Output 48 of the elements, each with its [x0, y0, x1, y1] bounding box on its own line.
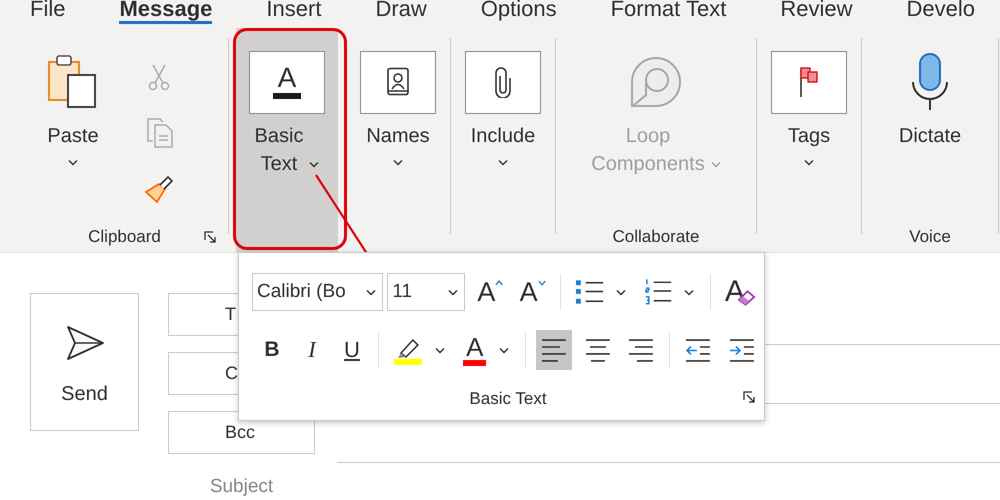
group-label: Clipboard [88, 227, 161, 247]
caret-up-icon [495, 278, 504, 287]
tab[interactable]: Options [480, 0, 557, 24]
tags-button[interactable]: Tags [764, 28, 854, 166]
basic-text-button[interactable]: A Basic Text [236, 28, 338, 252]
chevron-icon [366, 288, 376, 296]
caret-down-icon [538, 278, 546, 287]
chevron-icon [434, 346, 445, 354]
group-label: Basic Text [469, 389, 547, 409]
grow-font-button[interactable]: A [473, 272, 508, 312]
align-right-icon [627, 338, 656, 362]
outdent-icon [684, 338, 712, 362]
chevron-icon [684, 288, 694, 296]
numbered-list-icon [643, 278, 672, 306]
contact-book-icon [385, 67, 411, 97]
chevron-icon [448, 288, 458, 296]
indent-icon [728, 338, 756, 362]
align-left-icon [540, 338, 568, 362]
font-color-button[interactable]: A [458, 330, 491, 370]
font-size-dropdown[interactable]: 11 [387, 273, 466, 311]
tab[interactable]: Insert [266, 0, 322, 24]
paper-plane-icon [64, 324, 104, 360]
align-left-button[interactable] [536, 330, 572, 370]
tab[interactable]: Draw [375, 0, 427, 24]
names-button[interactable]: Names [353, 28, 443, 166]
tab[interactable]: Review [780, 0, 852, 24]
chevron-icon [498, 346, 509, 354]
italic-button[interactable]: I [296, 330, 328, 370]
send-button[interactable]: Send [30, 293, 139, 431]
bullet-list-icon [574, 279, 604, 305]
include-button[interactable]: Include [458, 28, 548, 166]
font-sample: A [272, 65, 302, 99]
tab[interactable]: Format Text [610, 0, 726, 24]
microphone-icon [910, 52, 950, 112]
bold-button[interactable]: B [256, 330, 288, 370]
paste-button[interactable]: Paste [28, 28, 118, 166]
font-dropdown[interactable]: Calibri (Bo [252, 273, 384, 311]
group-label: Collaborate [612, 227, 700, 247]
shrink-font-button[interactable]: A [516, 272, 550, 312]
underline-button[interactable]: U [336, 330, 368, 370]
subject-label: Subject [210, 476, 274, 498]
dictate-button[interactable]: Dictate [885, 28, 975, 150]
chevron-icon [616, 288, 626, 296]
tab[interactable]: Develo [906, 0, 975, 24]
align-center-icon [584, 338, 612, 362]
group-label: Voice [909, 227, 951, 247]
tab[interactable]: File [30, 0, 66, 24]
paperclip-icon [493, 66, 513, 98]
